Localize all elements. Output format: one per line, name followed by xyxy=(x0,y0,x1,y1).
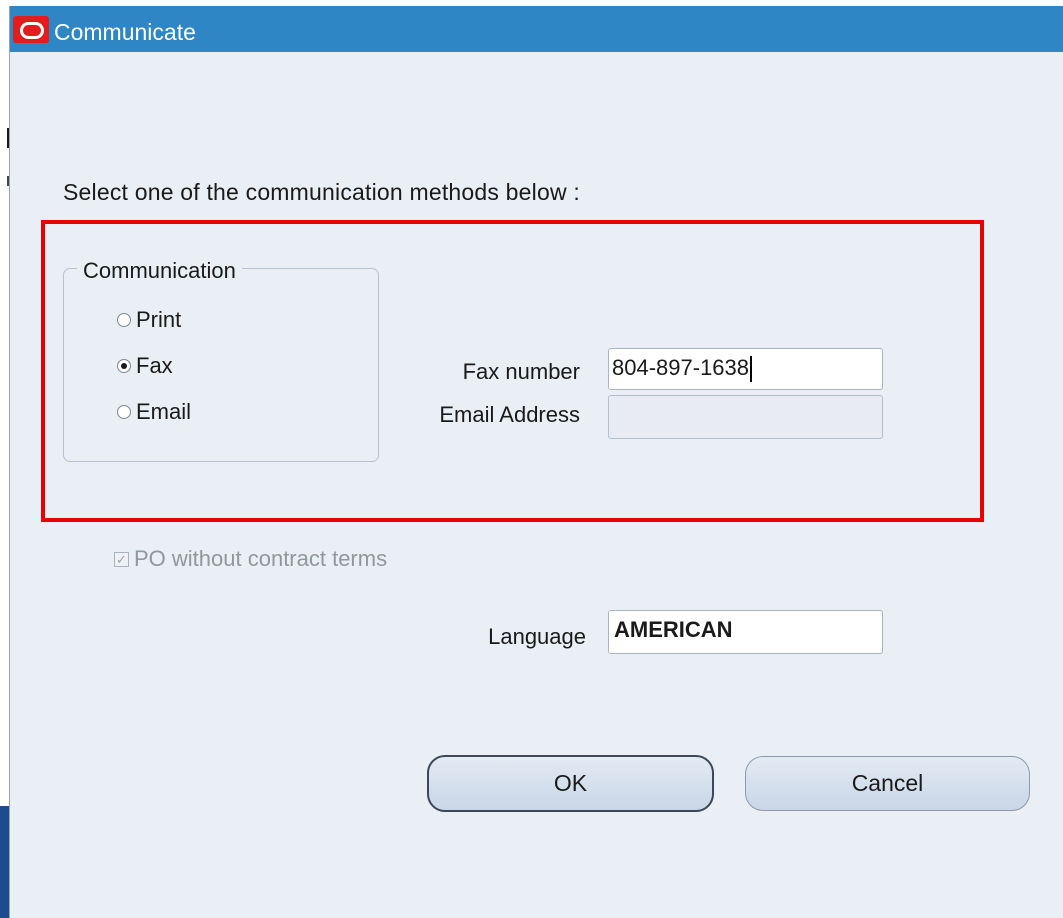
language-input[interactable]: AMERICAN xyxy=(608,610,883,654)
radio-email-label: Email xyxy=(136,399,192,424)
radio-dot-icon[interactable] xyxy=(117,359,131,373)
communication-groupbox xyxy=(63,268,379,462)
communication-legend: Communication xyxy=(77,258,242,284)
communicate-dialog: Communicate Select one of the communicat… xyxy=(9,6,1063,918)
radio-print[interactable]: Print xyxy=(117,307,181,333)
radio-print-label: Print xyxy=(136,307,182,332)
radio-button-icon[interactable] xyxy=(117,405,131,419)
radio-fax[interactable]: Fax xyxy=(117,353,173,379)
oracle-logo-icon xyxy=(13,16,49,43)
dialog-title: Communicate xyxy=(54,19,196,45)
po-without-contract-terms-label: PO without contract terms xyxy=(134,546,388,571)
fax-number-value: 804-897-1638 xyxy=(612,355,750,380)
cancel-button[interactable]: Cancel xyxy=(745,756,1030,811)
checkmark-icon[interactable]: ✓ xyxy=(114,551,129,567)
ok-button[interactable]: OK xyxy=(427,755,714,812)
po-without-contract-terms-checkbox[interactable]: ✓ PO without contract terms xyxy=(114,546,387,572)
text-caret xyxy=(750,356,753,383)
title-bar[interactable]: Communicate xyxy=(10,6,1063,52)
radio-button-icon[interactable] xyxy=(117,313,131,327)
fax-number-input[interactable]: 804-897-1638 xyxy=(608,348,883,390)
email-address-input[interactable] xyxy=(608,395,883,439)
instruction-text: Select one of the communication methods … xyxy=(63,179,580,205)
radio-fax-label: Fax xyxy=(136,353,173,378)
email-address-label: Email Address xyxy=(439,402,580,427)
language-label: Language xyxy=(488,624,586,649)
fax-number-label: Fax number xyxy=(462,359,580,384)
radio-email[interactable]: Email xyxy=(117,399,191,425)
screen: Communicate Select one of the communicat… xyxy=(0,0,1063,918)
